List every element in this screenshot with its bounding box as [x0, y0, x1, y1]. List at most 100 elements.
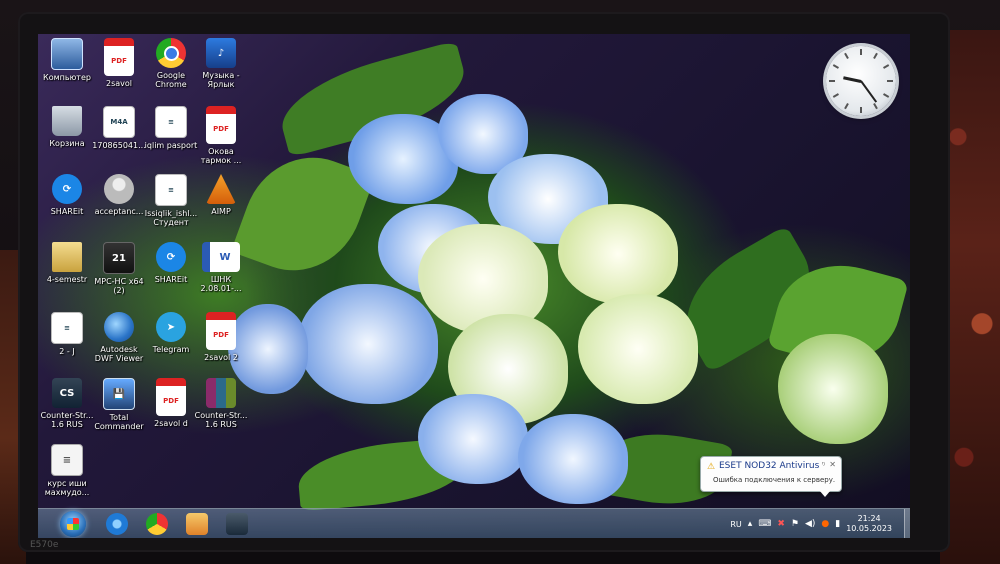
wallpaper-petal	[298, 284, 438, 404]
wallpaper-petal	[558, 204, 678, 304]
mpc-icon: 21	[103, 242, 135, 274]
word-icon: W	[202, 242, 240, 272]
tray-arrow-icon[interactable]: ▴	[748, 519, 753, 529]
start-button[interactable]	[60, 511, 86, 537]
notification-message: Ошибка подключения к серверу.	[713, 476, 836, 484]
desktop-icon[interactable]: PDF 2savol	[90, 38, 148, 88]
desktop-icon[interactable]: Counter-Str... 1.6 RUS	[192, 378, 250, 429]
system-tray: RU ▴ ⌨ ✖ ⚑ ◀) ● ▮ 21:24 10.05.2023	[730, 509, 904, 538]
pdf-icon: PDF	[104, 38, 134, 76]
desktop-icon-label: acceptanc...	[94, 207, 144, 216]
taskbar: RU ▴ ⌨ ✖ ⚑ ◀) ● ▮ 21:24 10.05.2023	[38, 508, 910, 538]
desktop-icon-label: Autodesk DWF Viewer	[94, 345, 144, 363]
wallpaper-petal	[418, 394, 528, 484]
desktop-icon-label: Музыка - Ярлык	[202, 71, 240, 89]
desktop-icon-label: AIMP	[211, 207, 231, 216]
total-commander-icon: 💾	[103, 378, 135, 410]
clock-tick	[883, 93, 890, 98]
tray-clock[interactable]: 21:24 10.05.2023	[846, 514, 892, 534]
desktop-icon-label: курс иши махмудо...	[44, 479, 90, 497]
desktop-icon-label: Counter-Str... 1.6 RUS	[40, 411, 94, 429]
desktop-icon[interactable]: W ШНК 2.08.01-...	[192, 242, 250, 293]
language-indicator[interactable]: RU	[730, 520, 741, 529]
network-error-icon[interactable]: ✖	[777, 519, 785, 529]
desktop-icon[interactable]: ♪ Музыка - Ярлык	[192, 38, 250, 89]
show-desktop-button[interactable]	[904, 509, 910, 538]
clock-tick	[883, 64, 890, 69]
wallpaper-petal	[778, 334, 888, 444]
desktop-icon-label: Counter-Str... 1.6 RUS	[194, 411, 248, 429]
counter-strike-icon[interactable]	[226, 513, 248, 535]
antivirus-tray-icon[interactable]: ●	[821, 519, 829, 529]
desktop-icon[interactable]: 💾 Total Commander	[90, 378, 148, 431]
clock-tick	[844, 103, 849, 110]
m4a-file-icon: M4A	[103, 106, 135, 138]
clock-tick	[873, 52, 878, 59]
desktop-icon-label: 2savol	[105, 79, 132, 88]
document-icon: ≡	[155, 174, 187, 206]
tray-date: 10.05.2023	[846, 524, 892, 533]
desktop-icon-label: 4-semestr	[46, 275, 88, 284]
windows-logo-icon	[67, 518, 79, 530]
clock-tick	[860, 49, 862, 55]
desktop-screen: Компьютер PDF 2savol Google Chrome ♪ Музыка -…	[38, 34, 910, 538]
shareit-icon: ⟳	[156, 242, 186, 272]
bezel-model-label: E570e	[30, 540, 59, 550]
clock-tick	[860, 107, 862, 113]
pdf-icon: PDF	[156, 378, 186, 416]
desktop-icon[interactable]: acceptanc...	[90, 174, 148, 216]
desktop-icon[interactable]: Autodesk DWF Viewer	[90, 312, 148, 363]
desktop-icon[interactable]: PDF 2savol 2	[192, 312, 250, 362]
desktop-icon[interactable]: 4-semestr	[38, 242, 96, 284]
winrar-icon	[206, 378, 236, 408]
desktop-icon[interactable]: AIMP	[192, 174, 250, 216]
clock-hour-hand	[843, 75, 862, 83]
clock-tick	[832, 93, 839, 98]
chrome-icon[interactable]	[146, 513, 168, 535]
desktop-icon[interactable]: ≡ курс иши махмудо...	[38, 444, 96, 497]
flag-icon[interactable]: ⚑	[791, 519, 799, 529]
desktop-icon-label: 2 - J	[59, 347, 75, 356]
folder-icon	[52, 242, 82, 272]
desktop-icon[interactable]: M4A 170865041...	[90, 106, 148, 150]
desktop-icon[interactable]: Корзина	[38, 106, 96, 148]
desktop-icon[interactable]: ≡ 2 - J	[38, 312, 96, 356]
user-icon	[104, 174, 134, 204]
document-icon: ≡	[155, 106, 187, 138]
internet-explorer-icon[interactable]	[106, 513, 128, 535]
desktop-icon-label: 2savol 2	[204, 353, 238, 362]
antivirus-notification[interactable]: ⚠ ESET NOD32 Antivirus ᵑ ✕ Ошибка подклю…	[700, 456, 842, 497]
desktop-icon[interactable]: ⟳ SHAREit	[38, 174, 96, 216]
wallpaper-petal	[578, 294, 698, 404]
desktop-icon[interactable]: PDF Окова тармок ...	[192, 106, 250, 165]
clock-tick	[844, 52, 849, 59]
aimp-icon	[206, 174, 236, 204]
tray-time: 21:24	[857, 514, 881, 523]
chrome-icon	[156, 38, 186, 68]
desktop-icon[interactable]: CS Counter-Str... 1.6 RUS	[38, 378, 96, 429]
power-icon[interactable]: ▮	[835, 519, 840, 529]
media-player-icon[interactable]	[186, 513, 208, 535]
close-icon[interactable]: ✕	[829, 460, 836, 469]
desktop-icon[interactable]: Компьютер	[38, 38, 96, 82]
clock-tick	[829, 80, 835, 82]
clock-gadget[interactable]	[826, 46, 896, 116]
desktop-icon-label: MPC-HC x64 (2)	[94, 277, 144, 295]
clock-tick	[873, 103, 878, 110]
desktop-icon-label: SHAREit	[50, 207, 84, 216]
desktop-icon-label: Total Commander	[94, 413, 144, 431]
recycle-bin-icon	[52, 106, 82, 136]
globe-icon	[104, 312, 134, 342]
clock-minute-hand	[860, 80, 878, 103]
desktop-icon-label: Окова тармок ...	[200, 147, 242, 165]
desktop-icon-label: ШНК 2.08.01-...	[200, 275, 242, 293]
desktop-icon[interactable]: 21 MPC-HC x64 (2)	[90, 242, 148, 295]
warning-icon: ⚠	[707, 462, 716, 472]
options-icon[interactable]: ᵑ	[822, 460, 825, 469]
volume-icon[interactable]: ◀)	[805, 519, 815, 529]
clock-tick	[887, 80, 893, 82]
keyboard-icon[interactable]: ⌨	[758, 519, 771, 529]
text-file-icon: ≡	[51, 444, 83, 476]
clock-tick	[832, 64, 839, 69]
desktop-icon-label: Корзина	[49, 139, 85, 148]
